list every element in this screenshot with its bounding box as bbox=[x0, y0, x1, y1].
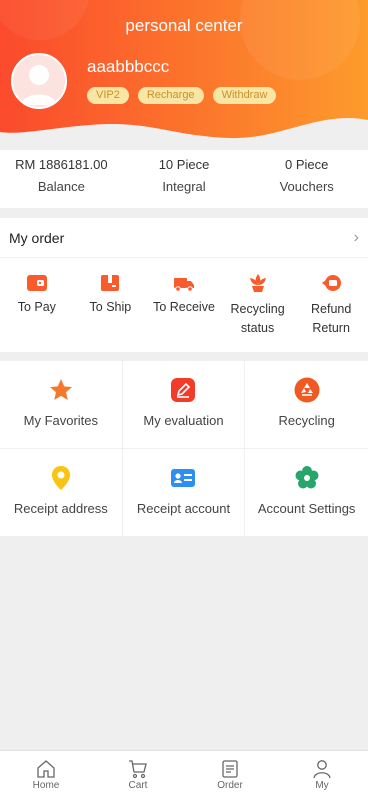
service-my-evaluation[interactable]: My evaluation bbox=[122, 361, 246, 449]
my-order-title: My order bbox=[9, 229, 65, 246]
recycle-icon bbox=[294, 377, 320, 403]
tab-my[interactable]: My bbox=[276, 751, 368, 797]
id-card-icon bbox=[171, 469, 196, 487]
order-recycling-status[interactable]: Recycling status bbox=[221, 258, 295, 338]
vouchers-label: Vouchers bbox=[279, 179, 334, 194]
service-label: My evaluation bbox=[143, 413, 224, 428]
tab-label: Order bbox=[217, 780, 243, 791]
integral-label: Integral bbox=[162, 179, 206, 194]
order-refund-return[interactable]: Refund Return bbox=[294, 258, 368, 338]
tab-label: Cart bbox=[128, 780, 148, 791]
stat-balance[interactable]: RM 1886181.00 Balance bbox=[0, 150, 123, 208]
user-icon bbox=[313, 760, 331, 779]
location-icon bbox=[51, 466, 70, 490]
service-label: My Favorites bbox=[23, 413, 99, 428]
order-item-label: Recycling status bbox=[230, 302, 285, 335]
profile-header: personal center aaabbbccc VIP2 Recharge … bbox=[0, 0, 368, 150]
username: aaabbbccc bbox=[87, 57, 170, 76]
bottom-tab-bar: Home Cart Order My bbox=[0, 750, 368, 797]
order-item-label: To Pay bbox=[17, 300, 56, 314]
tab-label: My bbox=[315, 780, 329, 791]
service-my-favorites[interactable]: My Favorites bbox=[0, 361, 123, 449]
avatar[interactable] bbox=[11, 53, 67, 109]
vouchers-value: 0 Piece bbox=[284, 157, 329, 172]
cart-icon bbox=[129, 760, 147, 779]
service-label: Receipt account bbox=[136, 501, 231, 516]
service-label: Account Settings bbox=[257, 501, 356, 516]
vip-badge: VIP2 bbox=[87, 87, 129, 104]
service-label: Recycling bbox=[278, 413, 335, 428]
chevron-right-icon: › bbox=[353, 228, 359, 246]
edit-icon bbox=[171, 378, 196, 402]
settings-icon bbox=[295, 466, 319, 489]
order-item-label: To Receive bbox=[153, 300, 215, 314]
service-recycling[interactable]: Recycling bbox=[245, 361, 368, 449]
home-icon bbox=[37, 760, 55, 778]
service-receipt-address[interactable]: Receipt address bbox=[0, 449, 123, 537]
recharge-button[interactable]: Recharge bbox=[137, 87, 204, 104]
withdraw-button[interactable]: Withdraw bbox=[212, 87, 277, 104]
tab-label: Home bbox=[32, 780, 60, 791]
truck-icon bbox=[173, 278, 194, 292]
my-order-section: My order › To Pay To Ship To Receive Rec… bbox=[0, 218, 368, 352]
services-grid: My Favorites My evaluation Recycling Rec… bbox=[0, 361, 368, 537]
my-order-header[interactable]: My order › bbox=[0, 218, 368, 258]
stat-vouchers[interactable]: 0 Piece Vouchers bbox=[245, 150, 368, 208]
service-label: Receipt address bbox=[13, 501, 108, 516]
user-avatar-icon bbox=[21, 65, 57, 105]
order-to-receive[interactable]: To Receive bbox=[147, 258, 221, 338]
page-title: personal center bbox=[125, 16, 243, 35]
service-account-settings[interactable]: Account Settings bbox=[245, 449, 368, 537]
order-to-ship[interactable]: To Ship bbox=[74, 258, 148, 338]
balance-value: RM 1886181.00 bbox=[15, 157, 108, 172]
refund-icon bbox=[322, 275, 342, 291]
service-receipt-account[interactable]: Receipt account bbox=[122, 449, 246, 537]
account-stats: RM 1886181.00 Balance 10 Piece Integral … bbox=[0, 150, 368, 208]
tab-cart[interactable]: Cart bbox=[92, 751, 184, 797]
stat-integral[interactable]: 10 Piece Integral bbox=[123, 150, 246, 208]
integral-value: 10 Piece bbox=[158, 157, 210, 172]
tab-home[interactable]: Home bbox=[0, 751, 92, 797]
order-item-label: To Ship bbox=[89, 300, 132, 314]
wallet-icon bbox=[26, 275, 47, 291]
order-icon bbox=[222, 760, 238, 778]
order-to-pay[interactable]: To Pay bbox=[0, 258, 74, 338]
flower-icon bbox=[249, 274, 266, 292]
star-icon bbox=[49, 379, 72, 400]
package-icon bbox=[101, 275, 120, 291]
order-item-label: Refund Return bbox=[311, 302, 352, 335]
tab-order[interactable]: Order bbox=[184, 751, 276, 797]
balance-label: Balance bbox=[37, 179, 85, 194]
